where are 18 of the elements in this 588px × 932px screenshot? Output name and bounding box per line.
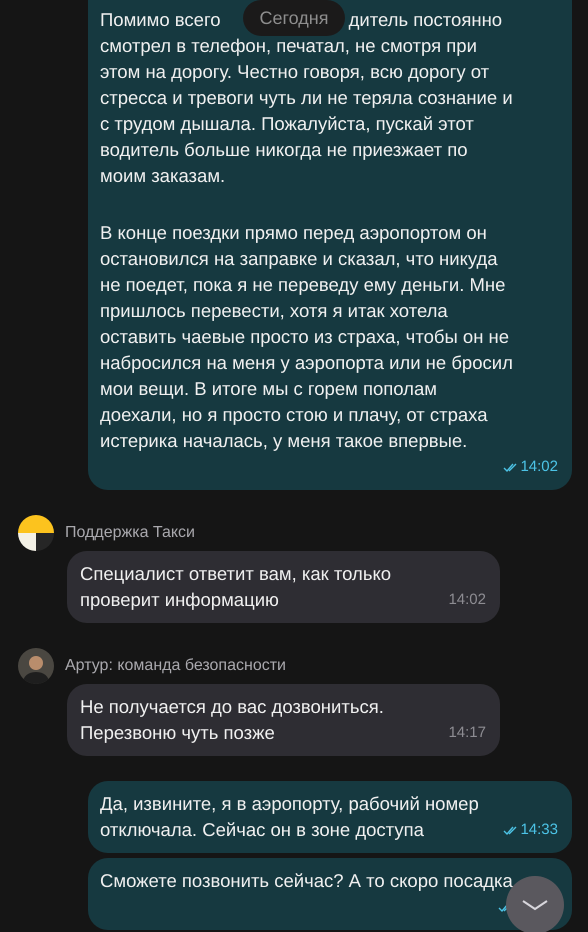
- message-text: дитель постоянно: [348, 8, 502, 32]
- chevron-down-icon: [521, 899, 549, 911]
- date-label: Сегодня: [243, 0, 345, 36]
- message-text: смотрел в телефон, печатал, не смотря при этом на дорогу. Честно говоря, всю дорогу от стресса и тревоги чуть ли не теряла сознание и с трудом дышала. Пожалуйста, пускай этот водитель больше никогда не приезжает по моим заказам.: [100, 34, 513, 188]
- message-text: В конце поездки прямо перед аэропортом он остановился на заправке и сказал, что никуда не поедет, пока я не переведу ему деньги. Мне пришлось перевести, хотя я итак хотела оставить чаевые просто из страха, чтобы он не набросился на меня у аэропорта или не бросил мои вещи. В итоге мы с горем пополам доехали, но я просто стою и плачу, от страха истерика началась, у меня такое впервые.: [100, 221, 513, 453]
- message-text: Да, извините, я в аэропорту, рабочий номер отключала. Сейчас он в зоне доступа: [100, 792, 479, 842]
- avatar-icon: [18, 515, 54, 551]
- message-time: 14:02: [448, 591, 486, 609]
- sender-name: Поддержка Такси: [65, 524, 195, 542]
- avatar-icon: [18, 648, 54, 684]
- message-time: 14:17: [448, 724, 486, 742]
- message-text: Специалист ответит вам, как только проверит информацию: [80, 562, 392, 612]
- sender-name: Артур: команда безопасности: [65, 657, 286, 675]
- message-time: 14:33: [520, 821, 558, 839]
- message-time: 14:02: [520, 458, 558, 476]
- message-text: Сможете позвонить сейчас? А то скоро посадка: [100, 869, 513, 893]
- message-text: Не получается до вас дозвониться. Перезвоню чуть позже: [80, 695, 384, 745]
- message-text: Помимо всего: [100, 8, 221, 32]
